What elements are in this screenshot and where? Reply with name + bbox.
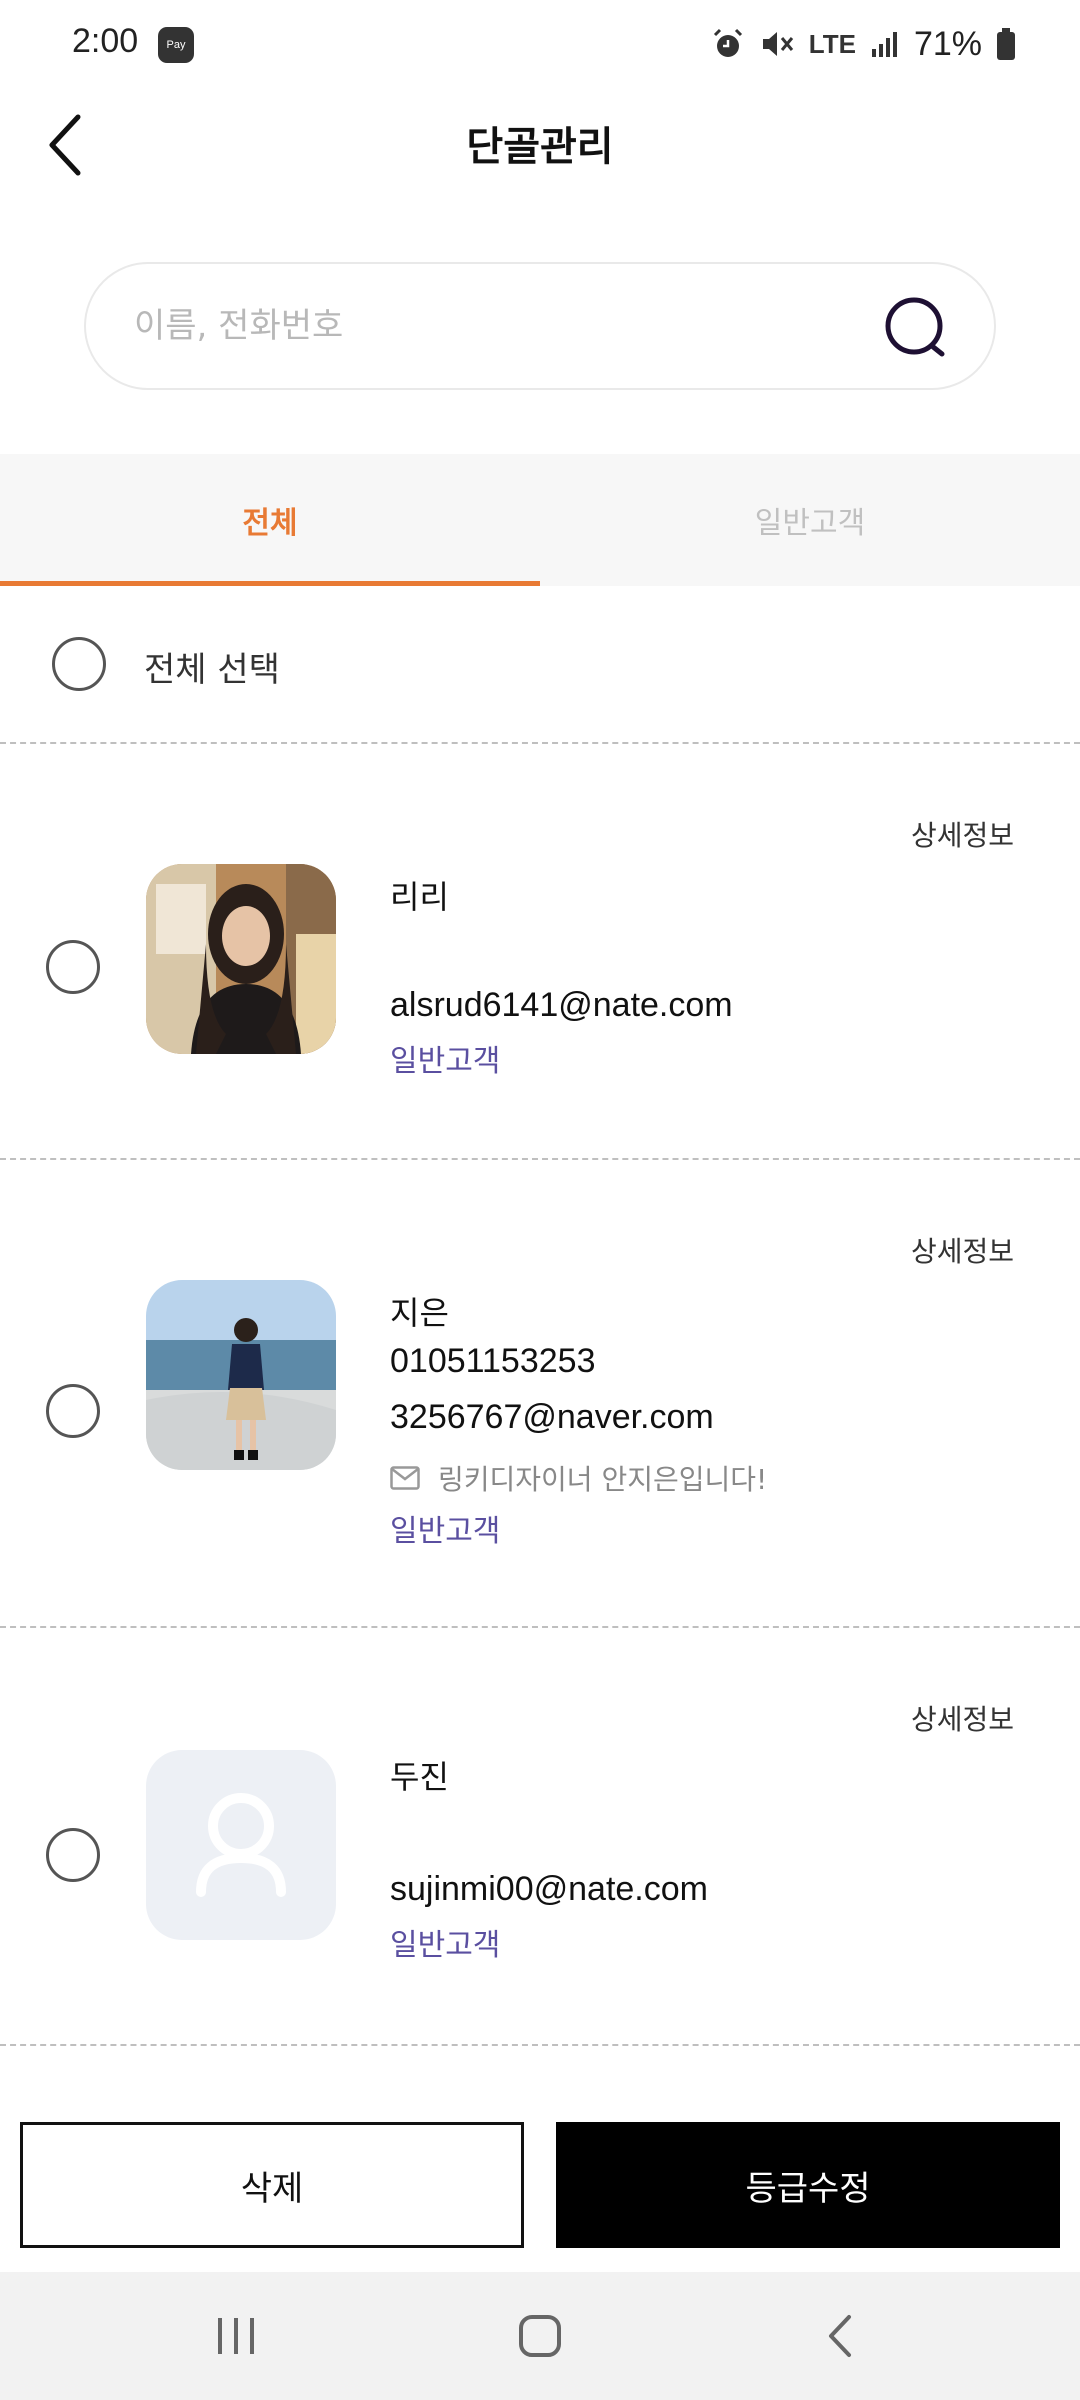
customer-card: 상세정보 두진 sujinmi00@nate.com 일반고객: [0, 1628, 1080, 2042]
search-box: [84, 262, 996, 390]
edit-grade-button[interactable]: 등급수정: [556, 2122, 1060, 2248]
system-nav-bar: [0, 2272, 1080, 2400]
home-button[interactable]: [480, 2296, 600, 2376]
customer-email: sujinmi00@nate.com: [390, 1870, 708, 1908]
delete-button[interactable]: 삭제: [20, 2122, 524, 2248]
tab-bar: 전체 일반고객: [0, 454, 1080, 586]
customer-avatar: [146, 1750, 336, 1940]
customer-grade: 일반고객: [390, 1928, 501, 1963]
customer-name: 리리: [390, 878, 449, 916]
alarm-icon: [711, 27, 745, 61]
detail-link[interactable]: 상세정보: [911, 814, 1014, 854]
page-title: 단골관리: [466, 124, 614, 170]
customer-memo-text: 링키디자이너 안지은입니다!: [438, 1463, 768, 1496]
mute-icon: [759, 27, 795, 61]
recent-apps-button[interactable]: [176, 2296, 296, 2376]
select-all-radio[interactable]: [52, 637, 106, 691]
detail-link[interactable]: 상세정보: [911, 1230, 1014, 1270]
signal-icon: [870, 29, 900, 59]
customer-name: 지은: [390, 1294, 449, 1332]
customer-phone: 01051153253: [390, 1342, 596, 1380]
network-type: LTE: [808, 28, 856, 59]
pay-badge: Pay: [158, 27, 194, 63]
customer-grade: 일반고객: [390, 1044, 501, 1079]
customer-avatar: [146, 864, 336, 1054]
select-all-label: 전체 선택: [144, 650, 280, 690]
recent-apps-icon: [218, 2318, 254, 2354]
tab-all[interactable]: 전체: [0, 454, 540, 586]
status-time: 2:00: [72, 22, 139, 60]
tab-general-customer[interactable]: 일반고객: [540, 454, 1080, 586]
customer-name: 두진: [390, 1758, 449, 1796]
status-bar: 2:00 Pay LTE 71%: [0, 0, 1080, 88]
battery-percent: 71%: [913, 24, 982, 63]
home-icon: [519, 2315, 561, 2357]
default-user-icon: [196, 1793, 286, 1897]
detail-link[interactable]: 상세정보: [911, 1698, 1014, 1738]
system-back-button[interactable]: [780, 2296, 900, 2376]
customer-card: 상세정보 리리 alsrud6141@nate.com 일반고객: [0, 744, 1080, 1156]
search-button[interactable]: [882, 294, 950, 362]
battery-icon: [996, 27, 1016, 61]
customer-select-radio[interactable]: [46, 1384, 100, 1438]
select-all-row: 전체 선택: [0, 586, 1080, 742]
mail-icon: [390, 1466, 420, 1490]
app-header: 단골관리: [0, 88, 1080, 200]
customer-grade: 일반고객: [390, 1514, 501, 1549]
customer-card: 상세정보 지은 01051153253 3256767@naver.com 링키…: [0, 1160, 1080, 1626]
customer-avatar: [146, 1280, 336, 1470]
search-input[interactable]: [134, 294, 894, 358]
customer-memo: 링키디자이너 안지은입니다!: [390, 1458, 767, 1498]
divider: [0, 2044, 1080, 2046]
search-icon: [885, 297, 945, 357]
back-arrow-icon: [829, 2315, 851, 2357]
customer-email: 3256767@naver.com: [390, 1398, 714, 1436]
status-icons: LTE 71%: [711, 20, 1016, 68]
customer-select-radio[interactable]: [46, 1828, 100, 1882]
customer-email: alsrud6141@nate.com: [390, 986, 733, 1024]
customer-select-radio[interactable]: [46, 940, 100, 994]
